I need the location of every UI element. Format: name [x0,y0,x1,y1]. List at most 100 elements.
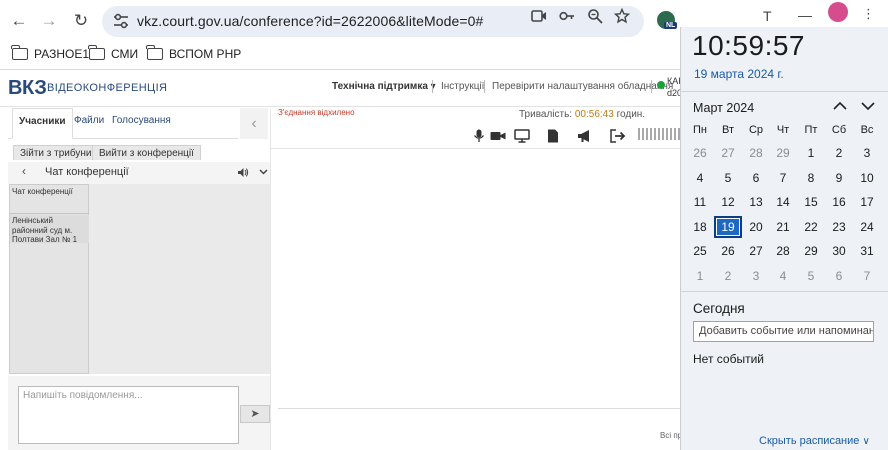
pin-icon[interactable]: Τ [763,8,772,24]
calendar-month[interactable]: Март 2024 [693,101,754,115]
back-icon[interactable]: ← [9,11,29,31]
bookmark-folder[interactable]: СМИ [88,45,138,61]
calendar-day[interactable]: 28 [742,142,770,164]
calendar-day[interactable]: 6 [825,265,853,287]
calendar-day[interactable]: 16 [825,191,853,213]
today-heading: Сегодня [693,301,745,316]
calendar-day[interactable]: 17 [853,191,881,213]
menu-icon[interactable]: ⋮ [862,6,875,22]
app-header: ВКЗ ВІДЕОКОНФЕРЕНЦІЯ Технічна підтримка … [0,71,685,107]
calendar-day[interactable]: 24 [853,216,881,238]
avatar[interactable] [828,2,848,22]
hide-schedule-link[interactable]: Скрыть расписание ∨ [759,435,870,447]
calendar-day[interactable]: 29 [769,142,797,164]
calendar-day[interactable]: 31 [853,240,881,262]
tab-voting[interactable]: Голосування [106,108,177,139]
send-button[interactable]: ➤ [240,405,270,423]
chat-title: Чат конференції [45,166,129,178]
calendar-day[interactable]: 3 [742,265,770,287]
conference-bottom-bar [278,408,680,450]
chat-participant-item[interactable]: Ленінський районний суд м. Полтави Зал №… [10,215,90,244]
key-icon[interactable] [559,8,575,24]
calendar-day[interactable]: 22 [797,216,825,238]
calendar-day[interactable]: 8 [797,167,825,189]
calendar-day[interactable]: 26 [686,142,714,164]
microphone-icon[interactable] [471,129,487,143]
zoom-icon[interactable] [587,8,603,24]
calendar-day[interactable]: 15 [797,191,825,213]
bookmark-folder[interactable]: РАЗНОЕ1 [11,45,89,61]
add-event-input[interactable]: Добавить событие или напоминание [693,321,874,342]
calendar-day[interactable]: 3 [853,142,881,164]
calendar-day[interactable]: 4 [769,265,797,287]
calendar-day[interactable]: 28 [769,240,797,262]
calendar-day[interactable]: 29 [797,240,825,262]
instructions-link[interactable]: Інструкції [441,81,484,92]
calendar-day[interactable]: 7 [853,265,881,287]
forward-icon[interactable]: → [39,11,59,31]
reload-icon[interactable]: ↻ [71,11,91,31]
connection-status: З'єднання відхилено [278,108,355,117]
weekday-label: Пт [804,124,818,136]
left-tabs: Учасники Файли Голосування [8,108,238,139]
conference-main [270,108,680,450]
announcement-icon[interactable] [577,129,593,143]
minimize-icon[interactable]: — [798,7,812,23]
calendar-day[interactable]: 9 [825,167,853,189]
document-icon[interactable] [545,129,561,143]
calendar-day[interactable]: 27 [742,240,770,262]
calendar-day[interactable]: 25 [686,240,714,262]
calendar-day[interactable]: 2 [825,142,853,164]
calendar-day[interactable]: 14 [769,191,797,213]
exit-icon[interactable] [610,129,626,143]
calendar-day[interactable]: 30 [825,240,853,262]
calendar-day[interactable]: 21 [769,216,797,238]
clock-date[interactable]: 19 марта 2024 г. [694,67,784,81]
support-menu[interactable]: Технічна підтримка ▾ [332,81,436,92]
check-equipment-link[interactable]: Перевірити налаштування обладнання [492,81,673,92]
bookmark-label: РАЗНОЕ1 [34,47,89,61]
calendar-day[interactable]: 7 [769,167,797,189]
divider [432,80,433,93]
calendar-day[interactable]: 10 [853,167,881,189]
tab-files[interactable]: Файли [68,108,110,139]
calendar-day[interactable]: 5 [797,265,825,287]
screen-share-icon[interactable] [514,129,530,143]
calendar-day[interactable]: 27 [714,142,742,164]
chevron-down-icon[interactable] [259,169,268,175]
bookmark-star-icon[interactable] [614,8,630,24]
calendar-day[interactable]: 1 [686,265,714,287]
site-settings-icon[interactable] [112,13,130,29]
calendar-day[interactable]: 11 [686,191,714,213]
tab-participants[interactable]: Учасники [12,108,73,139]
chat-back-icon[interactable]: ‹ [22,164,26,178]
message-input[interactable]: Напишіть повідомлення... [18,386,239,444]
calendar-day[interactable]: 18 [686,216,714,238]
calendar-day[interactable]: 23 [825,216,853,238]
hide-schedule-label: Скрыть расписание [759,435,860,447]
bookmark-folder[interactable]: ВСПОМ РНР [146,45,241,61]
video-camera-icon[interactable] [490,129,506,143]
calendar-day[interactable]: 2 [714,265,742,287]
calendar-day[interactable]: 12 [714,191,742,213]
calendar-day[interactable]: 26 [714,240,742,262]
duration-unit: годин. [616,109,646,120]
camera-icon[interactable] [531,8,547,24]
chevron-up-icon[interactable] [832,99,848,113]
collapse-panel-button[interactable]: ‹ [240,108,268,139]
calendar-day[interactable]: 20 [742,216,770,238]
calendar-day[interactable]: 5 [714,167,742,189]
calendar-day[interactable]: 4 [686,167,714,189]
divider [680,291,888,292]
divider [270,148,680,149]
duration-value: 00:56:43 [574,109,614,120]
chevron-down-icon[interactable] [860,99,876,113]
calendar-day-today[interactable]: 19 [714,216,742,238]
url-text[interactable]: vkz.court.gov.ua/conference?id=2622006&l… [137,13,483,29]
extension-badge: NL [664,22,678,29]
calendar-day[interactable]: 1 [797,142,825,164]
calendar-day[interactable]: 6 [742,167,770,189]
app-logo[interactable]: ВКЗ [8,77,47,100]
calendar-day[interactable]: 13 [742,191,770,213]
sound-icon[interactable] [237,167,249,178]
